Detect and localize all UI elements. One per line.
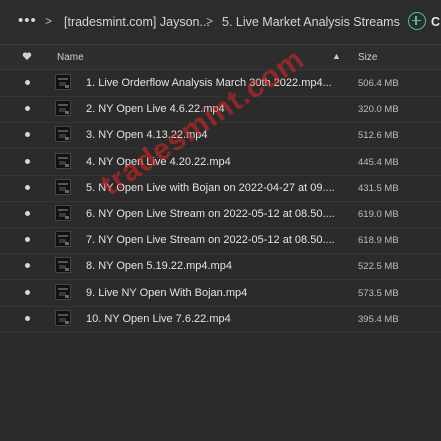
video-thumbnail-icon <box>55 231 71 248</box>
dot-icon <box>25 80 30 85</box>
dot-icon <box>25 237 30 243</box>
breadcrumb-parent[interactable]: [tradesmint.com] Jayson... <box>64 15 210 29</box>
more-icon[interactable]: ••• <box>18 13 37 29</box>
video-thumbnail-icon <box>55 126 71 143</box>
video-thumbnail-icon <box>55 74 71 90</box>
table-row[interactable]: 8. NY Open 5.19.22.mp4.mp4 522.5 MB <box>0 253 441 281</box>
video-thumbnail-icon <box>55 178 71 195</box>
video-thumbnail-icon <box>55 100 71 117</box>
plus-circle-icon[interactable] <box>408 12 426 30</box>
breadcrumb-bar: ••• > [tradesmint.com] Jayson... > 5. Li… <box>0 0 441 45</box>
heart-icon[interactable] <box>22 51 32 61</box>
table-row[interactable]: 3. NY Open 4.13.22.mp4 512.6 MB <box>0 122 441 150</box>
file-size: 431.5 MB <box>358 182 399 194</box>
file-name[interactable]: 10. NY Open Live 7.6.22.mp4 <box>86 313 344 326</box>
file-name[interactable]: 1. Live Orderflow Analysis March 30th 20… <box>86 77 344 90</box>
dot-icon <box>25 211 30 216</box>
table-row[interactable]: 10. NY Open Live 7.6.22.mp4 395.4 MB <box>0 306 441 333</box>
dot-icon <box>25 289 30 295</box>
dot-icon <box>25 263 30 269</box>
table-row[interactable]: 1. Live Orderflow Analysis March 30th 20… <box>0 70 441 97</box>
file-name[interactable]: 2. NY Open Live 4.6.22.mp4 <box>86 103 344 116</box>
breadcrumb-current: 5. Live Market Analysis Streams <box>222 15 400 29</box>
file-name[interactable]: 6. NY Open Live Stream on 2022-05-12 at … <box>86 208 344 221</box>
file-name[interactable]: 8. NY Open 5.19.22.mp4.mp4 <box>86 260 344 273</box>
file-size: 618.9 MB <box>358 235 399 247</box>
table-row[interactable]: 4. NY Open Live 4.20.22.mp4 445.4 MB <box>0 149 441 176</box>
dot-icon <box>25 132 30 138</box>
dot-icon <box>25 158 30 164</box>
table-row[interactable]: 9. Live NY Open With Bojan.mp4 573.5 MB <box>0 280 441 307</box>
table-row[interactable]: 2. NY Open Live 4.6.22.mp4 320.0 MB <box>0 96 441 124</box>
file-name[interactable]: 3. NY Open 4.13.22.mp4 <box>86 129 344 142</box>
table-row[interactable]: 5. NY Open Live with Bojan on 2022-04-27… <box>0 175 441 202</box>
file-name[interactable]: 9. Live NY Open With Bojan.mp4 <box>86 287 344 300</box>
dot-icon <box>25 184 30 190</box>
file-browser: ••• > [tradesmint.com] Jayson... > 5. Li… <box>0 0 441 441</box>
table-row[interactable]: 7. NY Open Live Stream on 2022-05-12 at … <box>0 227 441 255</box>
file-name[interactable]: 4. NY Open Live 4.20.22.mp4 <box>86 156 344 169</box>
file-size: 512.6 MB <box>358 130 399 142</box>
file-size: 445.4 MB <box>358 156 399 168</box>
chevron-right-icon: > <box>45 14 53 28</box>
video-thumbnail-icon <box>55 205 71 221</box>
column-header-name[interactable]: Name <box>57 52 84 63</box>
file-size: 522.5 MB <box>358 261 399 273</box>
create-button-label[interactable]: C <box>431 15 440 29</box>
file-size: 395.4 MB <box>358 313 399 325</box>
dot-icon <box>25 315 30 321</box>
video-thumbnail-icon <box>55 283 71 300</box>
video-thumbnail-icon <box>55 257 71 274</box>
dot-icon <box>25 106 30 112</box>
file-size: 619.0 MB <box>358 209 399 220</box>
file-name[interactable]: 5. NY Open Live with Bojan on 2022-04-27… <box>86 182 344 195</box>
file-name[interactable]: 7. NY Open Live Stream on 2022-05-12 at … <box>86 234 344 247</box>
table-row[interactable]: 6. NY Open Live Stream on 2022-05-12 at … <box>0 201 441 228</box>
column-header-size[interactable]: Size <box>358 52 377 63</box>
video-thumbnail-icon <box>55 152 71 169</box>
video-thumbnail-icon <box>55 309 71 326</box>
sort-ascending-icon[interactable]: ▲ <box>332 51 341 62</box>
file-size: 506.4 MB <box>358 78 399 89</box>
file-size: 320.0 MB <box>358 104 399 116</box>
table-header: Name ▲ Size <box>0 45 441 70</box>
file-size: 573.5 MB <box>358 287 399 299</box>
chevron-right-icon: > <box>206 14 214 28</box>
